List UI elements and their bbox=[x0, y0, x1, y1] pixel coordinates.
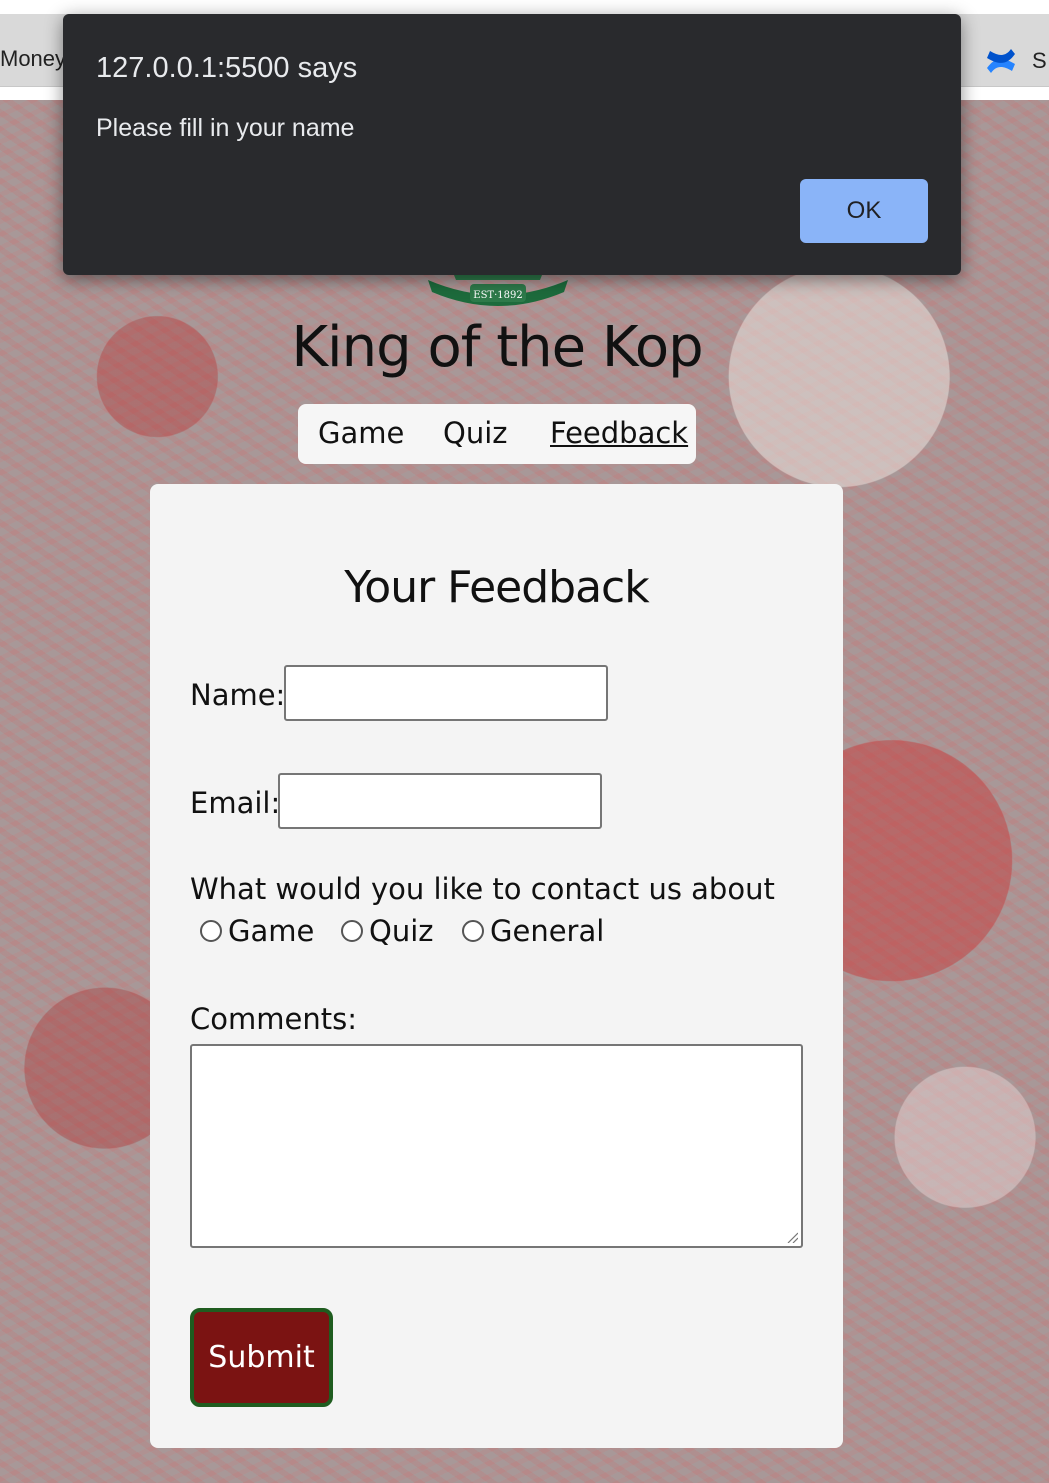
dialog-message: Please fill in your name bbox=[96, 114, 355, 142]
name-label: Name: bbox=[190, 678, 286, 712]
dialog-ok-button[interactable]: OK bbox=[800, 179, 928, 243]
nav-feedback[interactable]: Feedback bbox=[550, 416, 688, 450]
bookmark-item-left[interactable]: Money bbox=[0, 46, 66, 72]
resize-handle-icon[interactable] bbox=[786, 1231, 798, 1243]
name-field[interactable] bbox=[284, 665, 608, 721]
submit-button[interactable]: Submit bbox=[190, 1308, 333, 1407]
form-heading: Your Feedback bbox=[344, 562, 649, 613]
comments-label: Comments: bbox=[190, 1002, 357, 1036]
topic-question: What would you like to contact us about bbox=[190, 872, 775, 906]
email-field[interactable] bbox=[278, 773, 602, 829]
nav-game[interactable]: Game bbox=[318, 416, 404, 450]
feedback-form-card: Your Feedback Name: Email: What would yo… bbox=[150, 484, 843, 1448]
radio-label-game: Game bbox=[228, 914, 315, 948]
confluence-icon[interactable] bbox=[984, 44, 1018, 78]
main-nav: Game Quiz Feedback bbox=[298, 404, 696, 464]
alert-dialog: 127.0.0.1:5500 says Please fill in your … bbox=[63, 14, 961, 275]
bookmark-item-right[interactable]: S bbox=[1032, 48, 1047, 74]
radio-button-game[interactable] bbox=[200, 920, 222, 942]
page-background: EST·1892 King of the Kop Game Quiz Feedb… bbox=[0, 100, 1049, 1483]
nav-quiz[interactable]: Quiz bbox=[443, 416, 508, 450]
radio-option-general[interactable]: General bbox=[462, 914, 604, 948]
radio-label-general: General bbox=[490, 914, 605, 948]
crest-text: EST·1892 bbox=[473, 290, 522, 301]
radio-option-game[interactable]: Game bbox=[200, 914, 314, 948]
radio-button-quiz[interactable] bbox=[341, 920, 363, 942]
radio-button-general[interactable] bbox=[462, 920, 484, 942]
dialog-origin: 127.0.0.1:5500 says bbox=[96, 52, 358, 84]
radio-label-quiz: Quiz bbox=[369, 914, 434, 948]
comments-textarea[interactable] bbox=[190, 1044, 803, 1248]
email-label: Email: bbox=[190, 786, 281, 820]
site-title: King of the Kop bbox=[291, 315, 703, 380]
radio-option-quiz[interactable]: Quiz bbox=[341, 914, 434, 948]
